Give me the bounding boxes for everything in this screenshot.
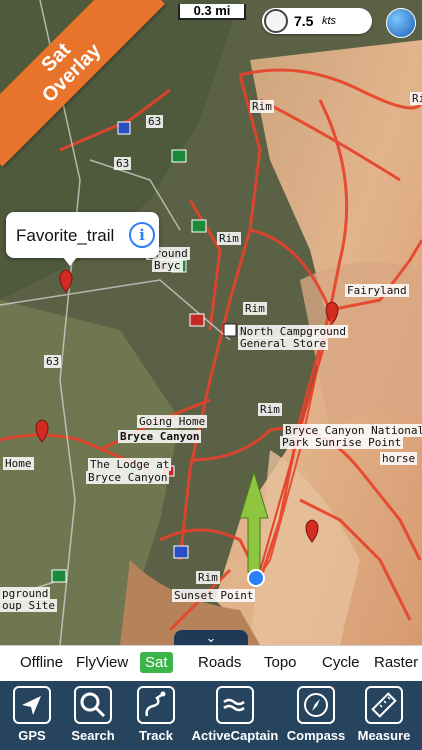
chevron-down-icon[interactable]: ⌄ bbox=[174, 630, 248, 645]
ruler-icon bbox=[365, 686, 403, 724]
map-label-group-site: oup Site bbox=[0, 599, 57, 612]
map-label-general-store: General Store bbox=[238, 337, 329, 350]
activecaptain-button[interactable]: ActiveCaptain bbox=[180, 681, 290, 750]
layer-cycle[interactable]: Cycle bbox=[322, 654, 360, 671]
measure-label: Measure bbox=[357, 728, 411, 743]
layer-flyview[interactable]: FlyView bbox=[76, 654, 128, 671]
map-label-rim: Rim bbox=[243, 302, 267, 315]
map-label-rim: Rim bbox=[250, 100, 274, 113]
activecaptain-icon bbox=[216, 686, 254, 724]
map-view[interactable]: Rim Rim Rim Rim Rim Rim Fairyland North … bbox=[0, 0, 422, 645]
map-label-rim: Rim bbox=[217, 232, 241, 245]
scale-bar: 0.3 mi bbox=[178, 4, 246, 20]
waypoint-callout[interactable]: Favorite_trail i bbox=[6, 212, 159, 266]
search-icon bbox=[74, 686, 112, 724]
activecaptain-label: ActiveCaptain bbox=[191, 728, 279, 743]
info-icon[interactable]: i bbox=[129, 222, 155, 248]
layer-topo[interactable]: Topo bbox=[264, 654, 297, 671]
speed-unit: kts bbox=[322, 15, 337, 27]
compass-button[interactable]: Compass bbox=[278, 681, 354, 750]
map-label-route-63: 63 bbox=[44, 355, 62, 368]
scale-label: 0.3 mi bbox=[193, 3, 231, 18]
map-label-route-63: 63 bbox=[114, 157, 132, 170]
bottom-toolbar: GPS Search Track ActiveCaptain Compass M… bbox=[0, 681, 422, 750]
map-label-fairyland: Fairyland bbox=[345, 284, 409, 297]
globe-icon[interactable] bbox=[386, 8, 416, 38]
callout-pointer bbox=[62, 256, 78, 266]
map-label-bryce-canyon: Bryce Canyon bbox=[118, 430, 202, 443]
map-label-horse: horse bbox=[380, 452, 418, 465]
map-label-lodge: The Lodge at bbox=[88, 458, 172, 471]
compass-icon bbox=[297, 686, 335, 724]
compass-label: Compass bbox=[286, 728, 346, 743]
layer-raster[interactable]: Raster bbox=[374, 654, 418, 671]
speed-value: 7.5 bbox=[294, 13, 314, 29]
gps-arrow-icon bbox=[13, 686, 51, 724]
measure-button[interactable]: Measure bbox=[344, 681, 422, 750]
speed-indicator: 7.5 kts bbox=[262, 8, 372, 34]
map-label-lodge: Bryce Canyon bbox=[86, 471, 170, 484]
map-label-going-home: Going Home bbox=[137, 415, 208, 428]
map-label-home: Home bbox=[3, 457, 34, 470]
speedometer-icon bbox=[264, 9, 288, 33]
map-label-sunrise-point: Park Sunrise Point bbox=[280, 436, 404, 449]
map-label-rim: Rim bbox=[258, 403, 282, 416]
track-icon bbox=[137, 686, 175, 724]
map-label-bryce: Bryc bbox=[152, 259, 183, 272]
map-label-route-63: 63 bbox=[146, 115, 164, 128]
callout-title: Favorite_trail bbox=[16, 226, 115, 245]
layer-sat[interactable]: Sat bbox=[140, 652, 173, 673]
map-layer-selector: Offline FlyView Sat Roads Topo Cycle Ras… bbox=[0, 645, 422, 682]
layer-roads[interactable]: Roads bbox=[198, 654, 241, 671]
map-label-sunset-point: Sunset Point bbox=[172, 589, 256, 602]
map-label-rim: Rim bbox=[410, 92, 422, 105]
map-label-rim: Rim bbox=[196, 571, 220, 584]
layer-offline[interactable]: Offline bbox=[20, 654, 63, 671]
